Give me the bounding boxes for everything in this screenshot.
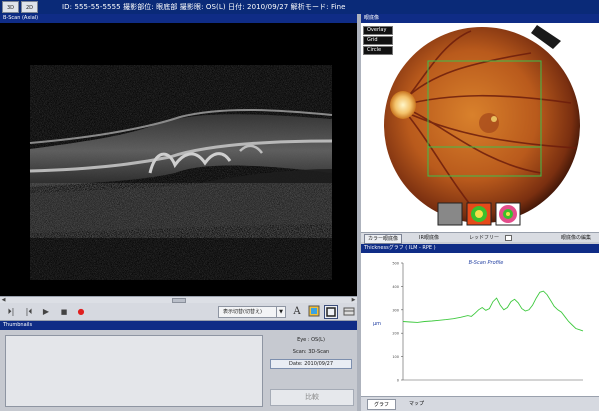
- red-free-checkbox[interactable]: [505, 235, 512, 241]
- patient-info: ID: 555-55-5555 撮影部位: 眼底部 撮影眼: OS(L) 日付:…: [62, 3, 346, 11]
- frame-view-icon[interactable]: [324, 305, 338, 319]
- y-tick-label: 0: [397, 379, 399, 383]
- tab-2d[interactable]: 2D: [21, 1, 38, 13]
- chart-title: B-Scan Profile: [469, 260, 504, 266]
- bscan-image[interactable]: [0, 23, 357, 296]
- stop-icon[interactable]: ■: [58, 306, 70, 318]
- y-tick-label: 400: [392, 285, 399, 289]
- chevron-down-icon[interactable]: ▼: [276, 307, 285, 317]
- record-icon[interactable]: ●: [75, 306, 87, 318]
- y-tick-label: 200: [392, 332, 399, 336]
- overlay-button[interactable]: Overlay: [363, 26, 393, 35]
- circle-button[interactable]: Circle: [363, 46, 393, 55]
- thickness-tabs: グラフ マップ: [361, 396, 599, 411]
- y-axis-label: µm: [373, 321, 381, 327]
- header-bar: 3D 2D ID: 555-55-5555 撮影部位: 眼底部 撮影眼: OS(…: [0, 0, 599, 14]
- color-palette-icon[interactable]: [307, 305, 321, 319]
- date-label[interactable]: Date: 2010/09/27: [270, 359, 352, 369]
- thumbnail-list[interactable]: [5, 335, 263, 407]
- y-tick-label: 100: [392, 355, 399, 359]
- fundus-edit-button[interactable]: 眼底像の編集: [561, 234, 591, 242]
- thumbnails-panel: Eye : OS(L) Scan: 3D-Scan Date: 2010/09/…: [0, 330, 357, 411]
- tab-3d[interactable]: 3D: [2, 1, 19, 13]
- grid-button[interactable]: Grid: [363, 36, 393, 45]
- eye-label: Eye : OS(L): [297, 337, 325, 343]
- compare-button[interactable]: 比較: [270, 389, 354, 406]
- bscan-scrollbar[interactable]: ◀ ▶: [0, 296, 357, 303]
- ir-fundus-button[interactable]: IR眼底像: [419, 234, 439, 242]
- thickness-chart-panel: B-Scan Profile µm 0 100 200 300 400 500: [361, 253, 599, 396]
- y-tick-label: 500: [392, 262, 399, 266]
- red-free-label: レッドフリー: [469, 235, 500, 241]
- fundus-toolbar: カラー眼底像 IR眼底像 レッドフリー 眼底像の編集: [361, 232, 599, 244]
- tab-graph[interactable]: グラフ: [367, 399, 397, 410]
- bscan-title: B-Scan (Axial): [0, 14, 357, 23]
- layout-icon[interactable]: [342, 305, 356, 319]
- scan-label: Scan: 3D-Scan: [292, 349, 330, 355]
- thickness-title: Thicknessグラフ ( ILM - RPE ): [361, 244, 599, 253]
- view-toggle-select[interactable]: 表示切替(切替え) ▼: [218, 306, 286, 318]
- view-select-value: 表示切替(切替え): [223, 309, 262, 315]
- y-tick-label: 300: [392, 308, 399, 312]
- thickness-chart: B-Scan Profile µm 0 100 200 300 400 500: [373, 260, 584, 383]
- play-icon[interactable]: ▶: [40, 306, 52, 318]
- color-fundus-button[interactable]: カラー眼底像: [364, 234, 403, 244]
- app-window: 3D 2D ID: 555-55-5555 撮影部位: 眼底部 撮影眼: OS(…: [0, 0, 599, 411]
- font-icon[interactable]: A: [290, 305, 304, 319]
- thumbnails-title: Thumbnails: [0, 321, 357, 330]
- fundus-title: 眼底像: [361, 14, 599, 23]
- playback-toolbar: ⏵| |⏴ ▶ ■ ● 表示切替(切替え) ▼ A: [0, 303, 357, 321]
- thickness-series-line: [402, 290, 584, 332]
- skip-back-icon[interactable]: |⏴: [23, 306, 35, 318]
- fundus-photo: [384, 25, 580, 226]
- step-forward-icon[interactable]: ⏵|: [5, 306, 17, 318]
- tab-map[interactable]: マップ: [403, 399, 430, 410]
- oct-bscan-graphic: [29, 65, 333, 280]
- fundus-image-panel[interactable]: Overlay Grid Circle: [361, 23, 599, 232]
